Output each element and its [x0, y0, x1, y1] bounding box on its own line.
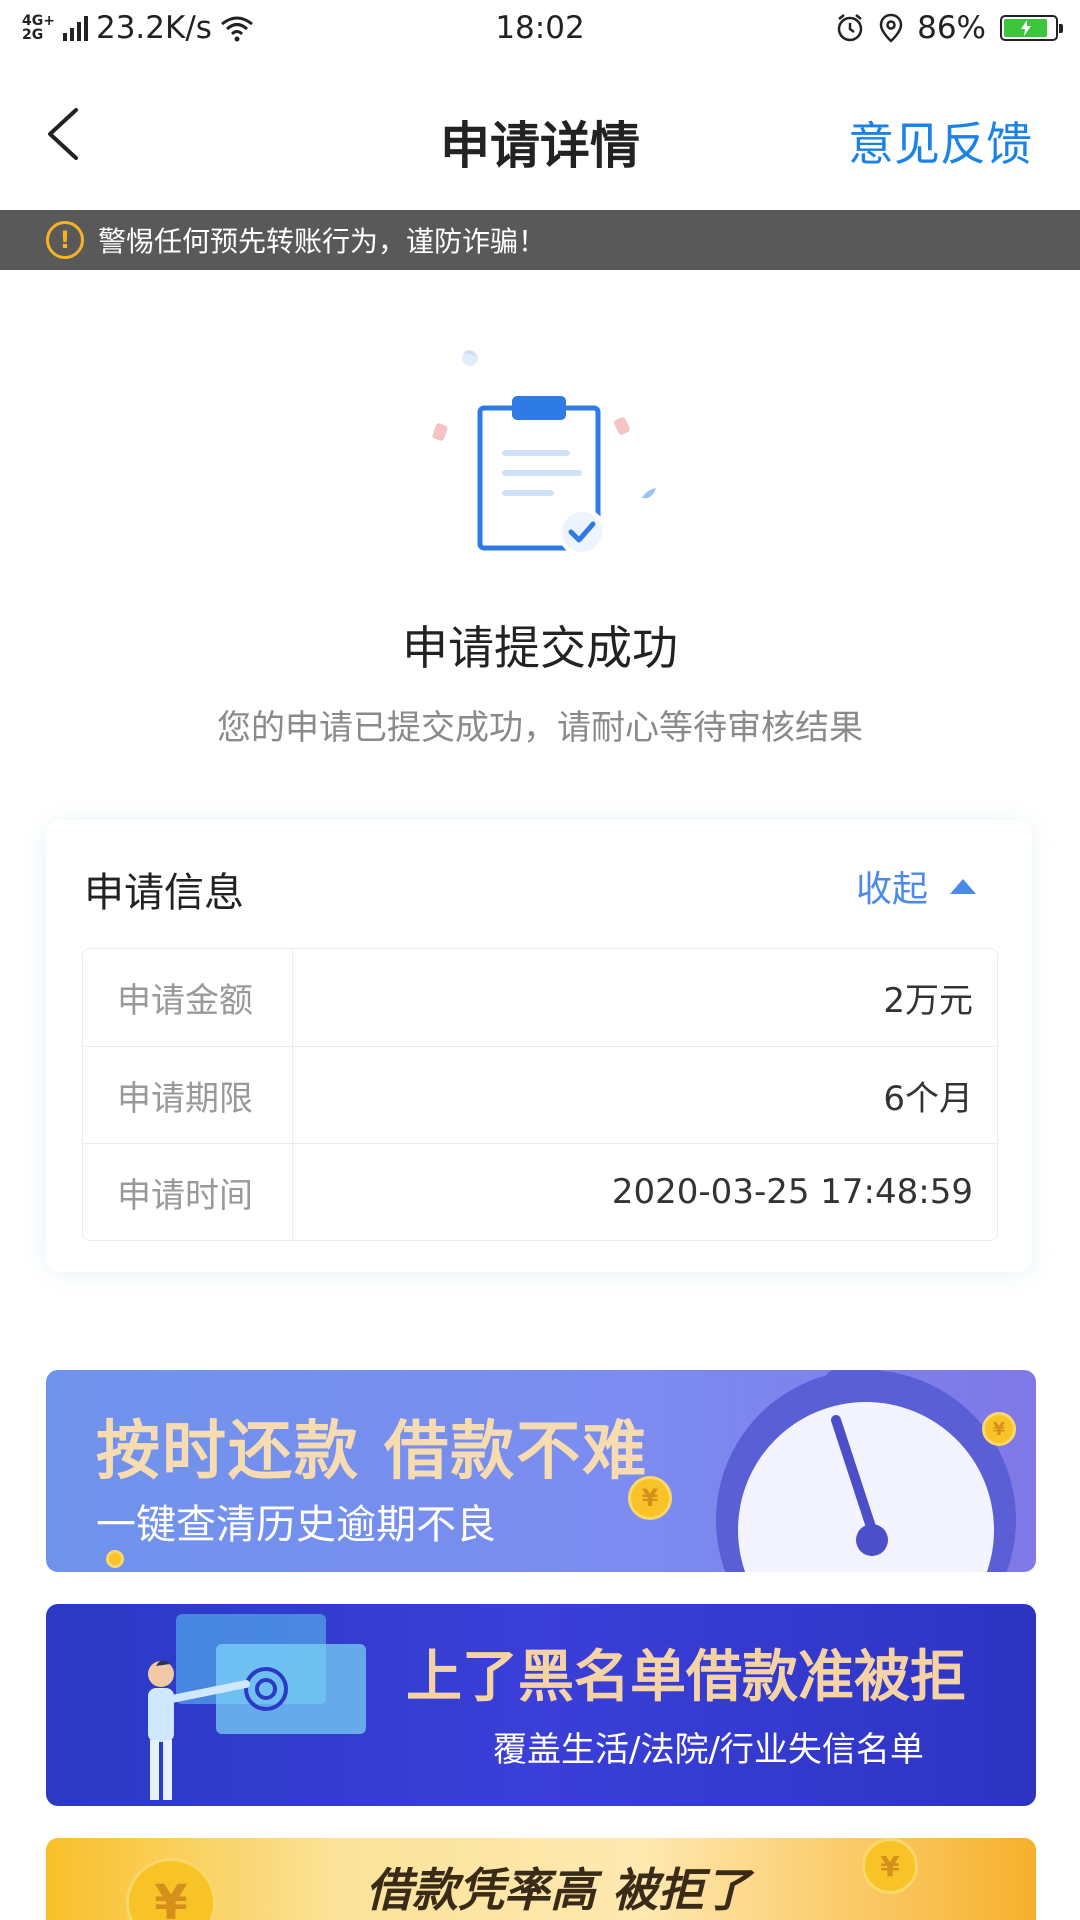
wifi-icon — [220, 16, 253, 42]
application-info-card: 申请信息 收起 申请金额 2万元 申请期限 6个月 申请时间 2020-03-2… — [46, 820, 1032, 1272]
banner-subtitle: 覆盖生活/法院/行业失信名单 — [493, 1730, 924, 1770]
coin-icon: ¥ — [982, 1412, 1016, 1446]
network-speed: 23.2K/s — [95, 10, 212, 46]
banner-rejected[interactable]: ¥ ¥ 借款凭率高 被拒了 — [46, 1838, 1036, 1920]
collapse-button[interactable]: 收起 — [856, 860, 976, 912]
coin-icon — [106, 1550, 124, 1568]
collapse-label: 收起 — [855, 869, 928, 910]
fraud-warning-bar: ! 警惕任何预先转账行为，谨防诈骗！ — [0, 210, 1080, 270]
coin-icon: ¥ — [126, 1858, 216, 1920]
feedback-link[interactable]: 意见反馈 — [848, 108, 1032, 174]
signal-icon — [62, 15, 88, 41]
coin-icon: ¥ — [862, 1838, 918, 1894]
banner-subtitle: 一键查清历史逾期不良 — [96, 1502, 496, 1548]
stopwatch-icon — [716, 1370, 1016, 1572]
location-icon — [879, 13, 903, 43]
info-table: 申请金额 2万元 申请期限 6个月 申请时间 2020-03-25 17:48:… — [82, 948, 998, 1241]
battery-icon — [1000, 15, 1063, 41]
banner-repay-on-time[interactable]: ¥ ¥ 按时还款 借款不难 一键查清历史逾期不良 — [46, 1370, 1036, 1572]
battery-percent: 86% — [917, 10, 986, 46]
warning-text: 警惕任何预先转账行为，谨防诈骗！ — [98, 225, 547, 258]
clipboard-check-icon — [432, 350, 656, 556]
row-label: 申请期限 — [83, 1047, 293, 1143]
banner-title: 按时还款 借款不难 — [96, 1415, 649, 1489]
network-type-icon: 4G+ 2G — [22, 14, 55, 42]
table-row: 申请时间 2020-03-25 17:48:59 — [83, 1143, 997, 1240]
person-screen-illustration — [148, 1614, 366, 1800]
banner-title: 借款凭率高 被拒了 — [366, 1863, 751, 1917]
banner-title: 上了黑名单借款准被拒 — [406, 1645, 966, 1710]
network-top-label: 4G+ — [22, 13, 55, 29]
row-label: 申请时间 — [83, 1144, 293, 1240]
network-bottom-label: 2G — [22, 27, 44, 43]
banner-blacklist[interactable]: 上了黑名单借款准被拒 覆盖生活/法院/行业失信名单 — [46, 1604, 1036, 1806]
row-value: 6个月 — [883, 1078, 973, 1119]
row-value: 2020-03-25 17:48:59 — [611, 1172, 973, 1212]
row-value: 2万元 — [883, 981, 973, 1021]
row-label: 申请金额 — [83, 949, 293, 1046]
table-row: 申请金额 2万元 — [83, 949, 997, 1046]
status-right: 86% — [835, 10, 1063, 46]
success-subtitle: 您的申请已提交成功，请耐心等待审核结果 — [217, 708, 863, 748]
warning-icon: ! — [46, 221, 84, 259]
status-bar: 4G+ 2G 23.2K/s 18:02 86% — [0, 0, 1080, 56]
nav-bar: 申请详情 意见反馈 — [0, 56, 1080, 210]
success-title: 申请提交成功 — [402, 621, 678, 675]
status-left: 4G+ 2G 23.2K/s — [22, 10, 254, 46]
table-row: 申请期限 6个月 — [83, 1046, 997, 1143]
alarm-icon — [837, 14, 863, 42]
triangle-up-icon — [950, 878, 976, 894]
card-title: 申请信息 — [84, 870, 244, 916]
